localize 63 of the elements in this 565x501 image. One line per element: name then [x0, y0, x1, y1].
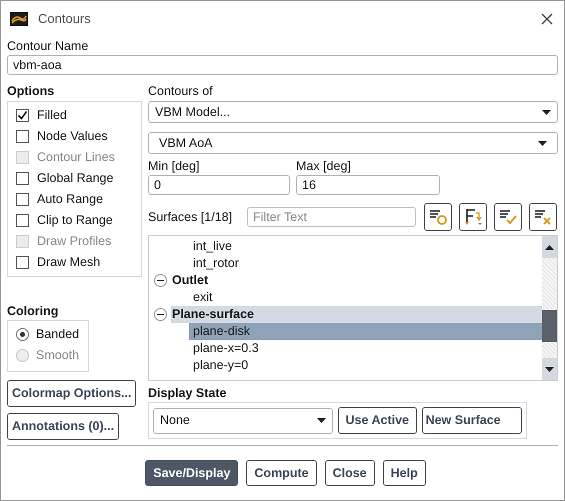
checkbox-label: Filled: [37, 107, 67, 124]
caret-icon: [538, 140, 547, 146]
checkbox[interactable]: [16, 256, 29, 269]
contour-name-field[interactable]: vbm-aoa: [7, 55, 558, 75]
field-label: Contour Name: [7, 38, 90, 55]
list-clear-icon[interactable]: [529, 203, 557, 231]
tree-item[interactable]: exit: [189, 289, 542, 306]
radio-label: Smooth: [36, 347, 80, 364]
dialog-button[interactable]: New Surface: [422, 407, 522, 434]
checkbox-label: Global Range: [37, 170, 114, 188]
list-arrows-icon[interactable]: [459, 203, 487, 231]
window-title: Contours: [38, 10, 91, 28]
caret-icon: [316, 418, 326, 423]
dialog-button[interactable]: Help: [382, 460, 426, 486]
field-label: Max [deg]: [296, 158, 352, 175]
tree-item[interactable]: plane-x=0.3: [189, 340, 542, 357]
checkbox-label: Node Values: [37, 128, 108, 146]
dialog-button[interactable]: Annotations (0)...: [7, 413, 120, 440]
scroll-down-icon[interactable]: [545, 366, 554, 372]
dropdown[interactable]: None: [153, 408, 333, 434]
scrollbar[interactable]: [542, 236, 557, 380]
list-check-icon[interactable]: [494, 203, 522, 231]
field-label: Min [deg]: [148, 158, 200, 175]
scroll-up-icon[interactable]: [545, 244, 554, 250]
tree-item[interactable]: int_live: [189, 238, 542, 255]
dialog-button[interactable]: Compute: [246, 460, 317, 486]
tree-item[interactable]: plane-y=0: [189, 357, 542, 374]
scroll-thumb[interactable]: [542, 310, 557, 342]
filter-field[interactable]: Filter Text: [247, 207, 416, 227]
section-label: Options: [7, 83, 56, 100]
tree-group[interactable]: Outlet: [171, 272, 542, 289]
min-field[interactable]: 0: [148, 175, 290, 195]
tree-item[interactable]: int_rotor: [189, 255, 542, 272]
dialog-button[interactable]: Save/Display: [145, 460, 238, 486]
checkbox-label: Auto Range: [37, 191, 104, 208]
checkbox[interactable]: [16, 172, 29, 185]
checkbox-label: Contour Lines: [37, 149, 115, 166]
checkbox-label: Clip to Range: [37, 212, 113, 230]
dialog-button[interactable]: Close: [324, 460, 375, 486]
max-field[interactable]: 16: [296, 175, 440, 195]
dropdown[interactable]: VBM AoA: [148, 132, 558, 154]
caret-icon: [542, 110, 551, 114]
dialog-button[interactable]: Colormap Options...: [7, 380, 136, 407]
checkbox[interactable]: [16, 214, 29, 227]
checkbox[interactable]: [16, 130, 29, 143]
section-label: Coloring: [7, 303, 60, 319]
close-icon[interactable]: [541, 13, 553, 25]
dialog-button[interactable]: Use Active: [338, 407, 417, 434]
checkbox-label: Draw Profiles: [37, 233, 112, 250]
checkbox[interactable]: [16, 109, 29, 122]
section-label: Display State: [148, 385, 228, 402]
checkbox[interactable]: [16, 193, 29, 206]
tree-group[interactable]: Plane-surface: [171, 306, 542, 323]
radio-label: Banded: [36, 326, 80, 344]
dropdown[interactable]: VBM Model...: [148, 101, 558, 123]
field-label: Contours of: [148, 83, 214, 100]
checkbox-label: Draw Mesh: [37, 254, 100, 272]
collapse-icon[interactable]: [154, 308, 167, 321]
collapse-icon[interactable]: [154, 274, 167, 287]
app-logo-icon: [10, 12, 28, 26]
tree-item[interactable]: plane-disk: [189, 323, 542, 340]
field-label: Surfaces [1/18]: [148, 208, 234, 226]
radio-button[interactable]: [16, 328, 29, 341]
